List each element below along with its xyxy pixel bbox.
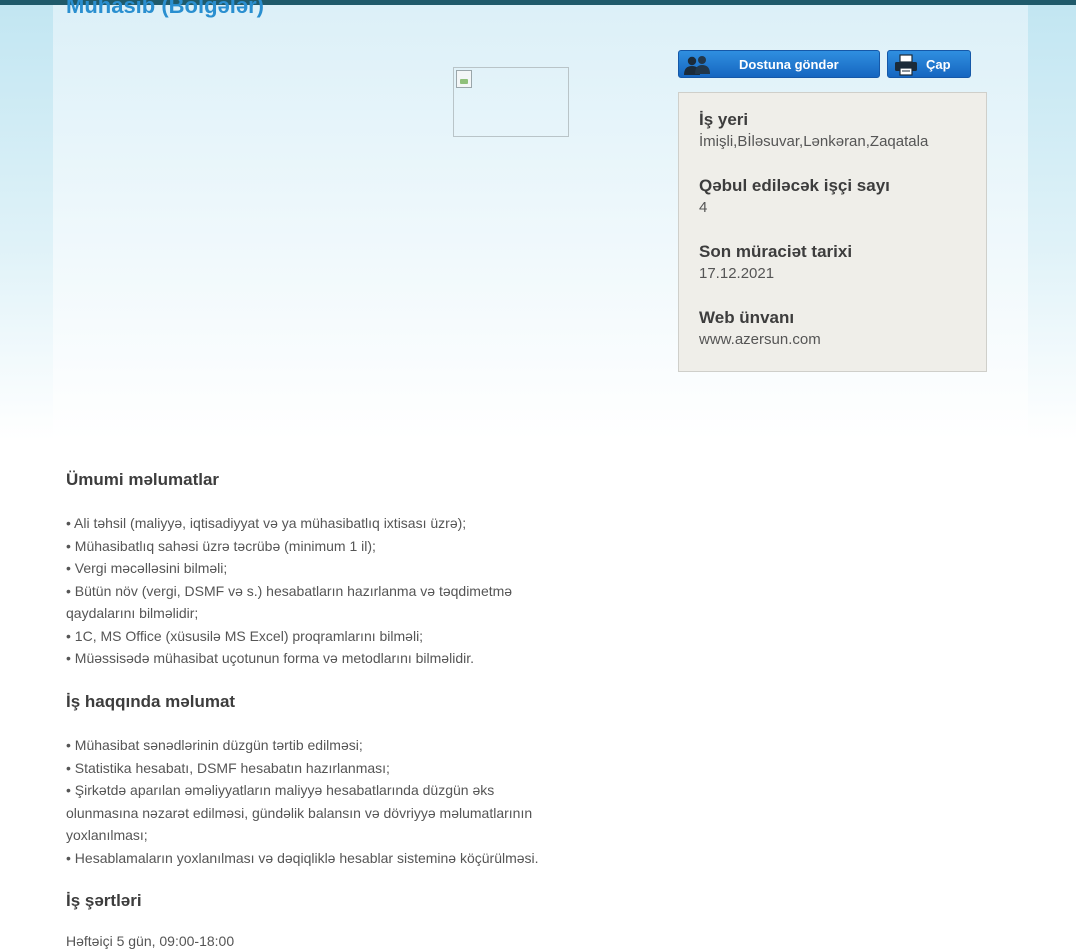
work-conditions-heading: İş şərtləri — [66, 891, 142, 910]
send-to-friend-button[interactable]: Dostuna göndər — [678, 50, 880, 78]
website-label: Web ünvanı — [699, 308, 795, 327]
general-info-line: • Mühasibatlıq sahəsi üzrə təcrübə (mini… — [66, 538, 376, 554]
general-info-line: • Ali təhsil (maliyyə, iqtisadiyyat və y… — [66, 515, 467, 531]
job-details-line: • Statistika hesabatı, DSMF hesabatın ha… — [66, 760, 390, 776]
workplace-value: İmişli,Bİləsuvar,Lənkəran,Zaqatala — [699, 133, 929, 150]
work-conditions-line: Həftəiçi 5 gün, 09:00-18:00 — [66, 933, 235, 949]
general-info-line: • Müəssisədə mühasibat uçotunun forma və… — [66, 650, 474, 666]
job-details-line: • Hesablamaların yoxlanılması və dəqiqli… — [66, 850, 539, 866]
company-logo-image — [453, 67, 569, 137]
general-info-line: • 1C, MS Office (xüsusilə MS Excel) proq… — [66, 628, 424, 644]
deadline-label: Son müraciət tarixi — [699, 242, 853, 261]
send-to-friend-label: Dostuna göndər — [739, 57, 839, 72]
job-details-heading: İş haqqında məlumat — [66, 692, 236, 711]
general-info-line: • Vergi məcəlləsini bilməli; — [66, 560, 228, 576]
broken-image-icon — [456, 70, 472, 88]
page-background-right — [1028, 5, 1076, 440]
job-info-box: İş yeri İmişli,Bİləsuvar,Lənkəran,Zaqata… — [678, 92, 987, 372]
general-info-heading: Ümumi məlumatlar — [66, 470, 220, 489]
website-value[interactable]: www.azersun.com — [699, 331, 821, 348]
users-icon — [684, 56, 710, 75]
job-details-line: olunmasına nəzarət edilməsi, gündəlik ba… — [66, 805, 533, 821]
deadline-value: 17.12.2021 — [699, 265, 775, 282]
workplace-label: İş yeri — [699, 110, 749, 129]
print-label: Çap — [926, 57, 951, 72]
printer-icon — [895, 54, 917, 76]
job-title: Mühasib (Bölgələr) — [66, 0, 265, 18]
job-details-line: • Mühasibat sənədlərinin düzgün tərtib e… — [66, 737, 363, 753]
general-info-line: • Bütün növ (vergi, DSMF və s.) hesabatl… — [66, 583, 513, 599]
job-details-line: • Şirkətdə aparılan əməliyyatların maliy… — [66, 782, 495, 798]
headcount-value: 4 — [699, 199, 708, 216]
page-background-left — [0, 5, 53, 440]
general-info-line: qaydalarını bilməlidir; — [66, 605, 199, 621]
job-details-line: yoxlanılması; — [66, 827, 148, 843]
headcount-label: Qəbul ediləcək işçi sayı — [699, 176, 890, 195]
print-button[interactable]: Çap — [887, 50, 971, 78]
